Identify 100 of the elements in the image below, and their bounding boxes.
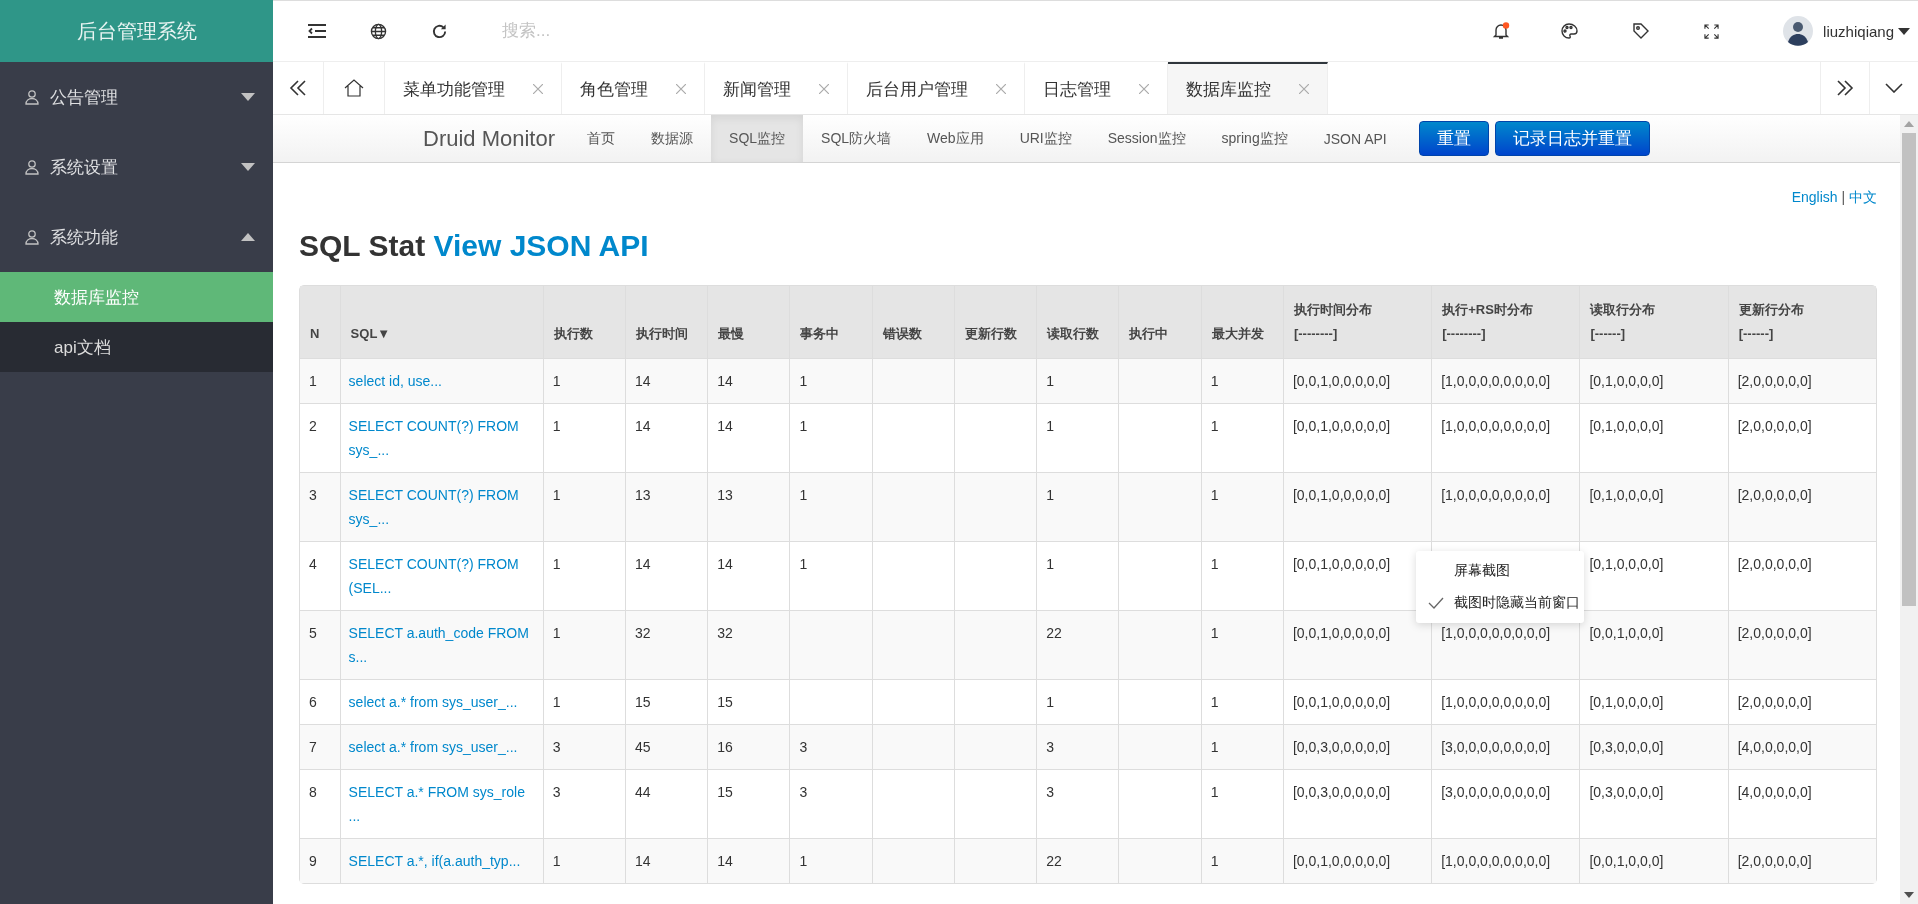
- close-icon[interactable]: [533, 84, 543, 94]
- menu-item[interactable]: 系统设置: [0, 132, 273, 202]
- column-header: 最慢: [707, 286, 790, 358]
- double-chevron-left-icon: [289, 80, 307, 96]
- sql-query-link[interactable]: SELECT COUNT(?) FROM sys_...: [348, 414, 537, 462]
- table-cell: 13: [624, 472, 708, 541]
- tab-label[interactable]: 数据库监控: [1186, 77, 1271, 101]
- table-cell: 1: [789, 358, 872, 403]
- tab[interactable]: 菜单功能管理: [385, 62, 562, 114]
- monitor-nav-tab[interactable]: URI监控: [1001, 115, 1090, 162]
- user-icon: [24, 159, 40, 175]
- sql-query-link[interactable]: select a.* from sys_user_...: [348, 690, 537, 714]
- checkmark-icon: [1428, 597, 1444, 609]
- table-cell: 32: [707, 610, 790, 679]
- column-header: 执行中: [1118, 286, 1201, 358]
- table-cell: [0,0,1,0,0,0,0,0]: [1282, 610, 1432, 679]
- tab-label[interactable]: 新闻管理: [723, 77, 791, 101]
- menu-fold-icon[interactable]: [308, 24, 326, 38]
- table-cell: 3: [300, 472, 340, 541]
- tab-label[interactable]: 日志管理: [1043, 77, 1111, 101]
- close-icon[interactable]: [1139, 84, 1149, 94]
- tab[interactable]: 新闻管理: [705, 62, 848, 114]
- json-api-link[interactable]: View JSON API: [433, 229, 649, 262]
- table-cell: 1: [542, 358, 625, 403]
- user-name[interactable]: liuzhiqiang: [1823, 22, 1894, 40]
- tab[interactable]: 后台用户管理: [848, 62, 1025, 114]
- language-link[interactable]: 中文: [1849, 189, 1877, 205]
- monitor-nav-tab[interactable]: 首页: [569, 115, 634, 162]
- close-icon[interactable]: [676, 84, 686, 94]
- monitor-nav-tab[interactable]: SQL监控: [711, 115, 804, 162]
- language-link[interactable]: English: [1791, 189, 1838, 205]
- table-cell: [0,0,3,0,0,0,0,0]: [1282, 724, 1432, 769]
- menu-item[interactable]: 系统功能: [0, 202, 273, 272]
- table-cell: [0,0,1,0,0,0]: [1579, 838, 1728, 883]
- brand-title: Druid Monitor: [423, 125, 556, 152]
- table-cell: 1: [1036, 358, 1119, 403]
- tab-label[interactable]: 后台用户管理: [866, 77, 968, 101]
- table-cell: [0,3,0,0,0,0]: [1579, 724, 1728, 769]
- table-cell: [0,0,1,0,0,0,0,0]: [1282, 472, 1432, 541]
- column-header: 更新行分布 [------]: [1727, 286, 1876, 358]
- monitor-nav-tab[interactable]: 数据源: [633, 115, 712, 162]
- monitor-nav-tab[interactable]: Session监控: [1089, 115, 1204, 162]
- tab-label[interactable]: 角色管理: [580, 77, 648, 101]
- column-header: N: [300, 286, 340, 358]
- close-icon[interactable]: [819, 84, 829, 94]
- table-cell: 32: [624, 610, 708, 679]
- caret-down-icon[interactable]: [1898, 27, 1910, 35]
- globe-icon[interactable]: [370, 22, 387, 40]
- sql-query-link[interactable]: SELECT a.* FROM sys_role ...: [348, 780, 537, 828]
- monitor-nav-tab[interactable]: JSON API: [1305, 115, 1405, 162]
- table-cell: 1: [542, 472, 625, 541]
- table-cell: 1: [1200, 838, 1283, 883]
- user-icon: [24, 229, 40, 245]
- close-icon[interactable]: [1299, 84, 1309, 94]
- monitor-nav-tab[interactable]: SQL防火墙: [803, 115, 910, 162]
- table-cell: 1: [1036, 472, 1119, 541]
- table-cell: [2,0,0,0,0,0]: [1727, 838, 1876, 883]
- table-cell: 14: [624, 838, 708, 883]
- table-cell: 1: [542, 838, 625, 883]
- tab-label[interactable]: 菜单功能管理: [403, 77, 505, 101]
- column-header: 更新行数: [953, 286, 1037, 358]
- column-header: SQL▼: [339, 286, 543, 358]
- menu-item[interactable]: 公告管理: [0, 62, 273, 132]
- table-cell: 1: [789, 838, 872, 883]
- separator-text: |: [1841, 189, 1846, 205]
- scroll-up-icon[interactable]: [1904, 121, 1914, 127]
- column-header: 执行时间: [624, 286, 708, 358]
- submenu-item[interactable]: api文档: [0, 322, 273, 372]
- table-cell: 1: [300, 358, 340, 403]
- table-cell: [2,0,0,0,0,0]: [1727, 358, 1876, 403]
- table-cell: 1: [1200, 472, 1283, 541]
- avatar: [1783, 16, 1814, 46]
- column-header: 读取行分布 [------]: [1579, 286, 1728, 358]
- table-cell: [2,0,0,0,0,0]: [1727, 472, 1876, 541]
- palette-icon[interactable]: [1560, 22, 1579, 40]
- tab[interactable]: 角色管理: [562, 62, 705, 114]
- scroll-down-icon[interactable]: [1904, 892, 1914, 898]
- action-button[interactable]: 记录日志并重置: [1494, 121, 1650, 156]
- column-header: 事务中: [789, 286, 872, 358]
- table-cell: 3: [542, 724, 625, 769]
- column-header: 执行数: [542, 286, 625, 358]
- tab[interactable]: 数据库监控: [1168, 62, 1328, 114]
- action-button[interactable]: 重置: [1418, 121, 1489, 156]
- column-header: 错误数: [871, 286, 954, 358]
- table-cell: 1: [1200, 610, 1283, 679]
- table-cell: 1: [789, 472, 872, 541]
- fullscreen-icon[interactable]: [1704, 23, 1720, 39]
- close-icon[interactable]: [996, 84, 1006, 94]
- table-cell: [2,0,0,0,0,0]: [1727, 610, 1876, 679]
- refresh-icon[interactable]: [431, 22, 448, 40]
- caret-down-icon: [241, 163, 255, 171]
- table-cell: 16: [707, 724, 790, 769]
- monitor-nav-tab[interactable]: Web应用: [909, 115, 1002, 162]
- table-cell: [1,0,0,0,0,0,0,0,0]: [1431, 472, 1580, 541]
- scrollbar[interactable]: [1900, 115, 1918, 904]
- tag-icon[interactable]: [1632, 22, 1651, 40]
- sql-query-link[interactable]: SELECT COUNT(?) FROM (SEL...: [348, 552, 537, 600]
- notification-bell-icon[interactable]: [1492, 22, 1511, 40]
- monitor-nav-tab[interactable]: spring监控: [1203, 115, 1306, 162]
- column-header: 执行+RS时分布 [--------]: [1431, 286, 1580, 358]
